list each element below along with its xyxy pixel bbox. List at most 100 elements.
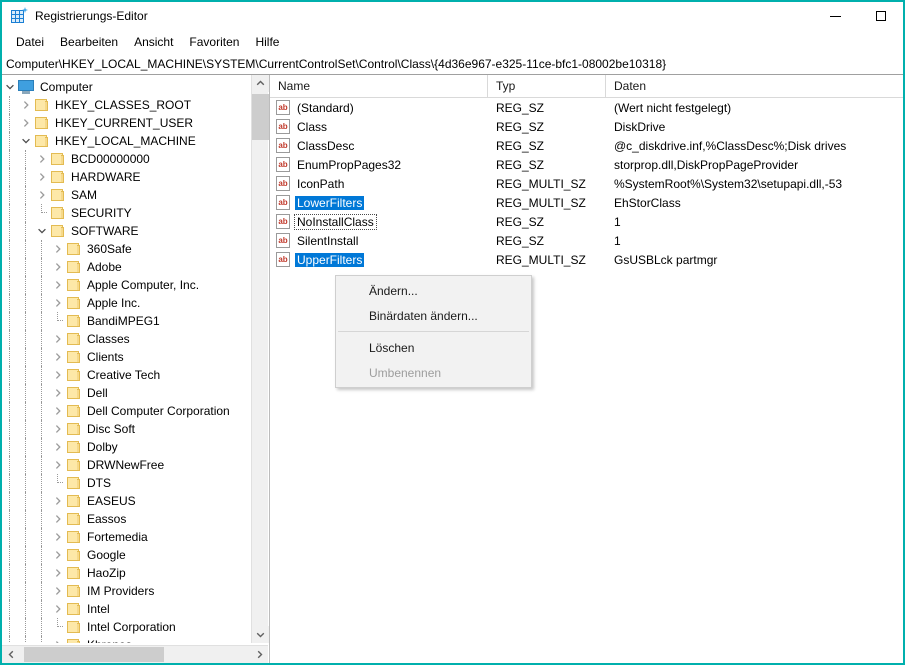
tree-item-apple-inc[interactable]: Apple Inc. bbox=[2, 294, 251, 312]
context-menu-item[interactable]: Binärdaten ändern... bbox=[336, 303, 531, 328]
tree-item-software[interactable]: SOFTWARE bbox=[2, 222, 251, 240]
context-menu-item[interactable]: Löschen bbox=[336, 335, 531, 360]
tree-item-label: Dell bbox=[87, 386, 108, 400]
tree-vertical-scrollbar[interactable] bbox=[251, 75, 268, 643]
address-bar[interactable]: Computer\HKEY_LOCAL_MACHINE\SYSTEM\Curre… bbox=[2, 53, 903, 75]
chevron-right-icon[interactable] bbox=[34, 186, 50, 204]
folder-icon bbox=[66, 602, 82, 616]
tree-item-computer[interactable]: Computer bbox=[2, 78, 251, 96]
chevron-right-icon[interactable] bbox=[50, 240, 66, 258]
tree-item-security[interactable]: SECURITY bbox=[2, 204, 251, 222]
menu-hilfe[interactable]: Hilfe bbox=[247, 32, 287, 52]
tree-item-google[interactable]: Google bbox=[2, 546, 251, 564]
scroll-right-icon[interactable] bbox=[250, 646, 268, 663]
scroll-down-icon[interactable] bbox=[252, 626, 269, 643]
tree-item-adobe[interactable]: Adobe bbox=[2, 258, 251, 276]
tree-item-hardware[interactable]: HARDWARE bbox=[2, 168, 251, 186]
tree-horizontal-scrollbar[interactable] bbox=[2, 645, 268, 663]
tree-item-dell[interactable]: Dell bbox=[2, 384, 251, 402]
chevron-right-icon[interactable] bbox=[50, 582, 66, 600]
folder-icon bbox=[66, 350, 82, 364]
table-row[interactable]: abClassREG_SZDiskDrive bbox=[270, 117, 903, 136]
chevron-right-icon[interactable] bbox=[50, 546, 66, 564]
tree-item-hkey-classes-root[interactable]: HKEY_CLASSES_ROOT bbox=[2, 96, 251, 114]
tree-item-intel-corporation[interactable]: Intel Corporation bbox=[2, 618, 251, 636]
scroll-left-icon[interactable] bbox=[2, 646, 20, 663]
chevron-right-icon[interactable] bbox=[18, 114, 34, 132]
tree-item-disc-soft[interactable]: Disc Soft bbox=[2, 420, 251, 438]
tree-item-hkey-local-machine[interactable]: HKEY_LOCAL_MACHINE bbox=[2, 132, 251, 150]
chevron-right-icon[interactable] bbox=[50, 420, 66, 438]
chevron-down-icon[interactable] bbox=[34, 222, 50, 240]
column-header-name[interactable]: Name bbox=[270, 75, 488, 97]
tree-item-bandimpeg1[interactable]: BandiMPEG1 bbox=[2, 312, 251, 330]
chevron-right-icon[interactable] bbox=[50, 528, 66, 546]
menu-bearbeiten[interactable]: Bearbeiten bbox=[52, 32, 126, 52]
table-row[interactable]: abSilentInstallREG_SZ1 bbox=[270, 231, 903, 250]
tree-item-creative-tech[interactable]: Creative Tech bbox=[2, 366, 251, 384]
tree-item-sam[interactable]: SAM bbox=[2, 186, 251, 204]
chevron-right-icon[interactable] bbox=[50, 600, 66, 618]
tree-item-classes[interactable]: Classes bbox=[2, 330, 251, 348]
chevron-right-icon[interactable] bbox=[50, 276, 66, 294]
chevron-right-icon[interactable] bbox=[34, 150, 50, 168]
tree-item-apple-computer-inc[interactable]: Apple Computer, Inc. bbox=[2, 276, 251, 294]
tree-item-khronos[interactable]: Khronos bbox=[2, 636, 251, 643]
menu-datei[interactable]: Datei bbox=[8, 32, 52, 52]
context-menu-item[interactable]: Ändern... bbox=[336, 278, 531, 303]
chevron-right-icon[interactable] bbox=[50, 636, 66, 643]
table-row[interactable]: ab(Standard)REG_SZ(Wert nicht festgelegt… bbox=[270, 98, 903, 117]
tree-hscroll-thumb[interactable] bbox=[24, 647, 164, 662]
tree-item-dolby[interactable]: Dolby bbox=[2, 438, 251, 456]
chevron-right-icon[interactable] bbox=[50, 330, 66, 348]
tree-item-dell-computer-corporation[interactable]: Dell Computer Corporation bbox=[2, 402, 251, 420]
tree-item-easeus[interactable]: EASEUS bbox=[2, 492, 251, 510]
tree-item-im-providers[interactable]: IM Providers bbox=[2, 582, 251, 600]
tree-item-clients[interactable]: Clients bbox=[2, 348, 251, 366]
chevron-right-icon[interactable] bbox=[50, 348, 66, 366]
chevron-right-icon[interactable] bbox=[50, 456, 66, 474]
values-list: ab(Standard)REG_SZ(Wert nicht festgelegt… bbox=[270, 98, 903, 269]
maximize-button[interactable] bbox=[858, 2, 903, 30]
table-row[interactable]: abClassDescREG_SZ@c_diskdrive.inf,%Class… bbox=[270, 136, 903, 155]
chevron-right-icon[interactable] bbox=[50, 564, 66, 582]
chevron-right-icon[interactable] bbox=[50, 366, 66, 384]
table-row[interactable]: abIconPathREG_MULTI_SZ%SystemRoot%\Syste… bbox=[270, 174, 903, 193]
chevron-right-icon[interactable] bbox=[50, 258, 66, 276]
tree-item-360safe[interactable]: 360Safe bbox=[2, 240, 251, 258]
tree-scroll-thumb[interactable] bbox=[252, 94, 269, 140]
tree-item-fortemedia[interactable]: Fortemedia bbox=[2, 528, 251, 546]
chevron-right-icon[interactable] bbox=[50, 492, 66, 510]
chevron-down-icon[interactable] bbox=[2, 78, 18, 96]
tree-item-haozip[interactable]: HaoZip bbox=[2, 564, 251, 582]
chevron-right-icon[interactable] bbox=[50, 294, 66, 312]
menu-ansicht[interactable]: Ansicht bbox=[126, 32, 181, 52]
tree-item-label: Computer bbox=[40, 80, 93, 94]
menu-favoriten[interactable]: Favoriten bbox=[181, 32, 247, 52]
tree-indent-guide bbox=[2, 294, 18, 312]
chevron-right-icon[interactable] bbox=[50, 438, 66, 456]
chevron-right-icon[interactable] bbox=[34, 168, 50, 186]
value-name-cell: abClass bbox=[270, 117, 488, 136]
table-row[interactable]: abLowerFiltersREG_MULTI_SZEhStorClass bbox=[270, 193, 903, 212]
window-controls bbox=[813, 2, 903, 30]
tree-item-hkey-current-user[interactable]: HKEY_CURRENT_USER bbox=[2, 114, 251, 132]
minimize-button[interactable] bbox=[813, 2, 858, 30]
folder-icon bbox=[66, 566, 82, 580]
tree-item-intel[interactable]: Intel bbox=[2, 600, 251, 618]
chevron-right-icon[interactable] bbox=[50, 384, 66, 402]
chevron-right-icon[interactable] bbox=[50, 510, 66, 528]
table-row[interactable]: abNoInstallClassREG_SZ1 bbox=[270, 212, 903, 231]
table-row[interactable]: abUpperFiltersREG_MULTI_SZGsUSBLck partm… bbox=[270, 250, 903, 269]
table-row[interactable]: abEnumPropPages32REG_SZstorprop.dll,Disk… bbox=[270, 155, 903, 174]
tree-item-eassos[interactable]: Eassos bbox=[2, 510, 251, 528]
column-header-typ[interactable]: Typ bbox=[488, 75, 606, 97]
column-header-daten[interactable]: Daten bbox=[606, 75, 903, 97]
tree-item-bcd00000000[interactable]: BCD00000000 bbox=[2, 150, 251, 168]
tree-item-dts[interactable]: DTS bbox=[2, 474, 251, 492]
chevron-right-icon[interactable] bbox=[50, 402, 66, 420]
scroll-up-icon[interactable] bbox=[252, 75, 269, 92]
chevron-down-icon[interactable] bbox=[18, 132, 34, 150]
tree-item-drwnewfree[interactable]: DRWNewFree bbox=[2, 456, 251, 474]
chevron-right-icon[interactable] bbox=[18, 96, 34, 114]
